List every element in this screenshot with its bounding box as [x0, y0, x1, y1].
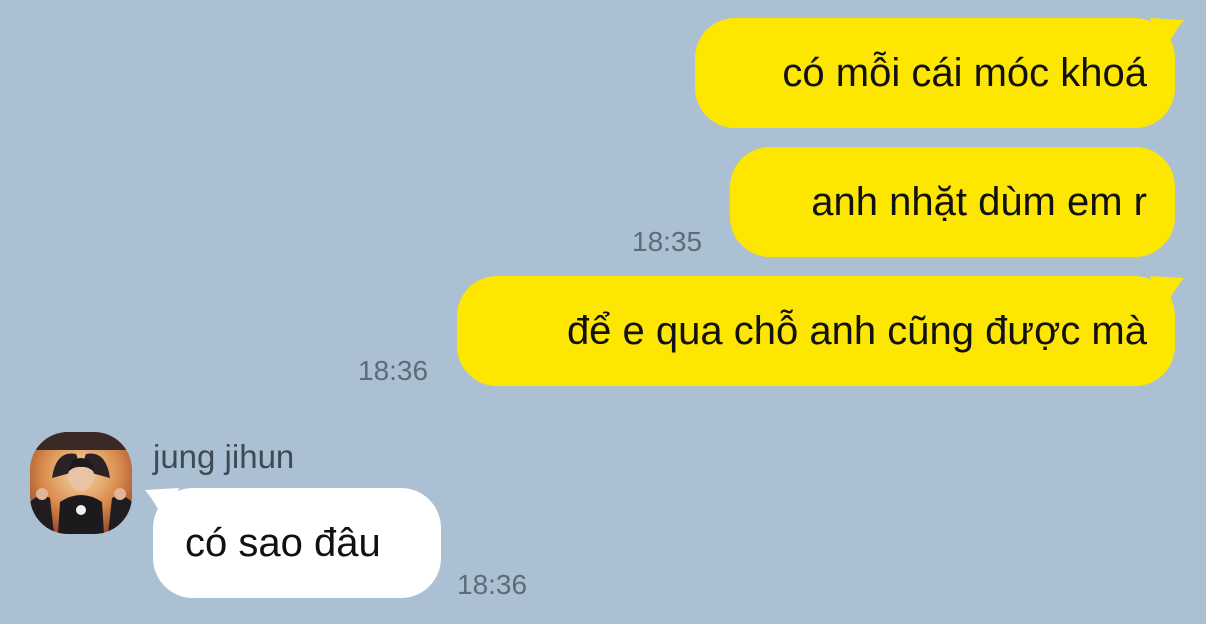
- sent-message-bubble[interactable]: anh nhặt dùm em r: [730, 147, 1175, 257]
- message-timestamp: 18:36: [358, 355, 429, 386]
- bubble-tail-icon: [145, 488, 179, 522]
- message-timestamp: 18:35: [632, 226, 703, 257]
- message-text: để e qua chỗ anh cũng được mà: [566, 309, 1147, 353]
- avatar[interactable]: [30, 432, 132, 534]
- sender-name: jung jihun: [153, 438, 295, 475]
- profile-photo-avatar-icon: [30, 432, 132, 534]
- received-message-bubble[interactable]: có sao đâu: [153, 488, 441, 598]
- bubble-tail-icon: [1150, 276, 1184, 310]
- bubble-tail-icon: [1150, 18, 1184, 52]
- message-text: anh nhặt dùm em r: [811, 180, 1147, 224]
- chat-background: có mỗi cái móc khoá anh nhặt dùm em r 18…: [0, 0, 1206, 624]
- message-text: có mỗi cái móc khoá: [782, 51, 1147, 95]
- message-text: có sao đâu: [185, 521, 381, 565]
- message-timestamp: 18:36: [457, 569, 528, 600]
- sent-message-bubble[interactable]: có mỗi cái móc khoá: [695, 18, 1175, 128]
- sent-message-bubble[interactable]: để e qua chỗ anh cũng được mà: [457, 276, 1175, 386]
